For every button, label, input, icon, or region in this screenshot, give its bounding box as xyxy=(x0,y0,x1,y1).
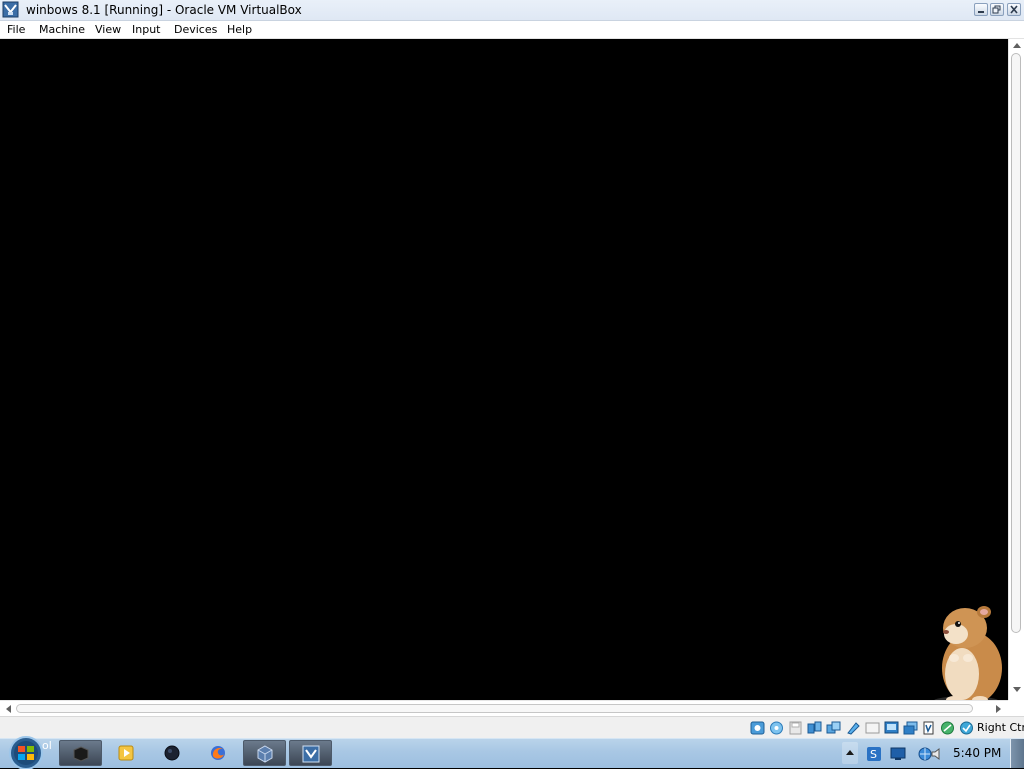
show-desktop-button[interactable] xyxy=(1010,739,1024,768)
virtualbox-app-icon xyxy=(2,1,19,18)
clock[interactable]: 5:40 PM xyxy=(953,746,1001,760)
usb-icon[interactable] xyxy=(826,721,841,735)
title-bar[interactable]: winbows 8.1 [Running] - Oracle VM Virtua… xyxy=(0,0,1024,21)
vm-display[interactable] xyxy=(0,39,1008,700)
minimize-icon xyxy=(978,11,984,13)
horizontal-scrollbar[interactable] xyxy=(0,700,1008,716)
mouse-integration-icon[interactable] xyxy=(940,721,955,735)
vertical-scroll-thumb[interactable] xyxy=(1011,53,1021,633)
svg-text:S: S xyxy=(870,748,877,761)
taskbar: ol S 5:40 PM xyxy=(0,736,1024,769)
virtualbox-manager-app-icon xyxy=(257,745,273,763)
close-button[interactable] xyxy=(1007,3,1021,16)
virtualbox-vm-app-icon xyxy=(302,745,320,763)
window-title: winbows 8.1 [Running] - Oracle VM Virtua… xyxy=(26,3,302,17)
scroll-up-icon[interactable] xyxy=(1013,42,1021,48)
start-label: ol xyxy=(42,739,52,752)
menu-file[interactable]: File xyxy=(7,23,25,36)
firefox-app-icon xyxy=(211,746,225,760)
tray-s-icon[interactable]: S xyxy=(866,746,882,762)
terminal-app-icon xyxy=(73,746,89,762)
horizontal-scroll-thumb[interactable] xyxy=(16,704,973,713)
scroll-left-icon[interactable] xyxy=(5,705,11,713)
menu-input[interactable]: Input xyxy=(132,23,160,36)
status-bar: Right Ctrl xyxy=(0,716,1024,738)
floppy-icon[interactable] xyxy=(788,721,803,735)
cpu-icon[interactable] xyxy=(921,721,936,735)
minimize-button[interactable] xyxy=(974,3,988,16)
optical-drive-icon[interactable] xyxy=(769,721,784,735)
media-player-app-icon xyxy=(118,745,134,761)
keyboard-capture-icon[interactable] xyxy=(959,721,974,735)
video-capture-icon[interactable] xyxy=(884,721,899,735)
display-icon[interactable] xyxy=(865,721,880,735)
menu-view[interactable]: View xyxy=(95,23,121,36)
taskbar-virtualbox-vm-button[interactable] xyxy=(289,740,332,766)
taskbar-virtualbox-manager-button[interactable] xyxy=(243,740,286,766)
show-hidden-icons-button[interactable] xyxy=(842,742,858,764)
restore-icon xyxy=(992,5,1001,14)
host-key-label: Right Ctrl xyxy=(977,721,1024,734)
menu-devices[interactable]: Devices xyxy=(174,23,217,36)
close-icon xyxy=(1010,5,1018,14)
menu-help[interactable]: Help xyxy=(227,23,252,36)
taskbar-media-player-button[interactable] xyxy=(105,740,148,766)
restore-button[interactable] xyxy=(990,3,1004,16)
chevron-up-icon xyxy=(846,750,854,755)
tray-volume-icon[interactable] xyxy=(930,746,946,762)
start-button[interactable] xyxy=(5,733,47,769)
shared-folders-icon[interactable] xyxy=(846,721,861,735)
menu-bar: File Machine View Input Devices Help xyxy=(0,21,1024,39)
menu-machine[interactable]: Machine xyxy=(39,23,85,36)
recording-icon[interactable] xyxy=(903,721,918,735)
scrollbar-corner xyxy=(1008,700,1024,716)
vertical-scrollbar[interactable] xyxy=(1008,39,1024,700)
tray-monitor-icon[interactable] xyxy=(890,746,906,762)
hamster-mascot-image xyxy=(932,606,1002,708)
hard-disk-icon[interactable] xyxy=(750,721,765,735)
taskbar-sphere-button[interactable] xyxy=(151,740,194,766)
taskbar-terminal-button[interactable] xyxy=(59,740,102,766)
sphere-app-icon xyxy=(164,745,180,761)
scroll-down-icon[interactable] xyxy=(1013,687,1021,693)
network-icon[interactable] xyxy=(807,721,822,735)
taskbar-firefox-button[interactable] xyxy=(197,740,240,766)
scroll-right-icon[interactable] xyxy=(996,705,1002,713)
